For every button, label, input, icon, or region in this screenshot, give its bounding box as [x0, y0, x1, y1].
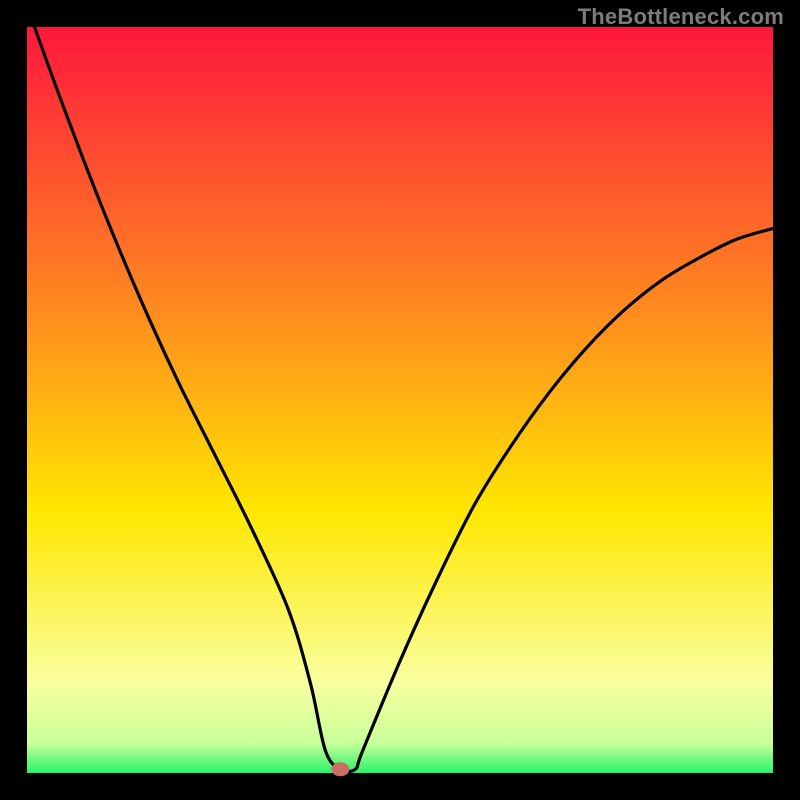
- watermark-label: TheBottleneck.com: [578, 4, 784, 30]
- bottleneck-chart: [0, 0, 800, 800]
- optimum-marker: [331, 762, 349, 776]
- chart-container: TheBottleneck.com: [0, 0, 800, 800]
